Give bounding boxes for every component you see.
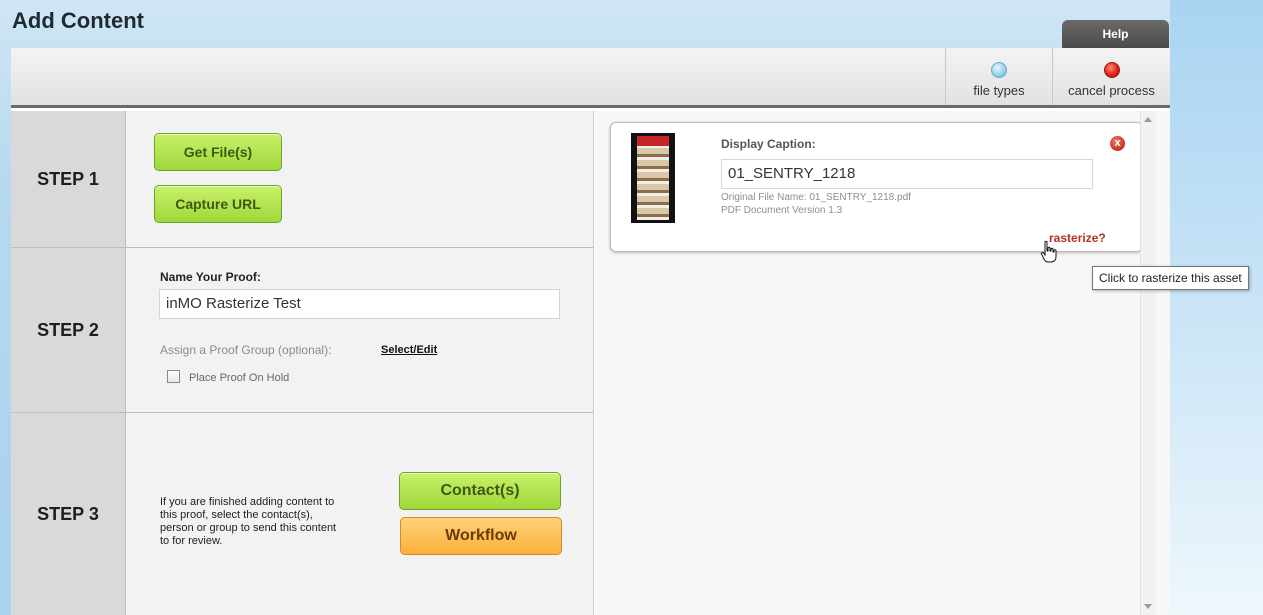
close-icon[interactable]: x [1110,136,1125,151]
asset-card: Display Caption: 01_SENTRY_1218 Original… [610,122,1143,252]
red-dot-icon [1103,62,1120,78]
asset-thumbnail[interactable] [631,133,675,223]
page-title: Add Content [12,8,144,33]
proof-group-label: Assign a Proof Group (optional): [160,343,332,357]
step-2: STEP 2 Name Your Proof: inMO Rasterize T… [11,248,594,413]
get-files-button[interactable]: Get File(s) [154,133,282,171]
rasterize-tooltip: Click to rasterize this asset [1092,266,1249,290]
workflow-button[interactable]: Workflow [400,517,562,555]
step-3-label: STEP 3 [11,413,126,615]
step-2-label: STEP 2 [11,248,126,412]
instructions-line: to for review. [160,535,223,547]
cancel-process-button[interactable]: cancel process [1052,48,1170,105]
step-2-body: Name Your Proof: inMO Rasterize Test Ass… [127,248,594,412]
scroll-up-icon[interactable] [1144,117,1152,122]
step-3-instructions: If you are finished adding content to th… [160,496,336,548]
file-types-button[interactable]: file types [945,48,1052,105]
select-edit-link[interactable]: Select/Edit [381,344,437,356]
step-1: STEP 1 Get File(s) Capture URL [11,111,594,248]
name-proof-label: Name Your Proof: [160,270,261,284]
main-frame: file types cancel process STEP 1 Get Fil… [11,48,1170,615]
cancel-process-label: cancel process [1068,83,1155,98]
step-3-body: If you are finished adding content to th… [127,413,594,615]
instructions-line: person or group to send this content [160,522,337,534]
thumbnail-image [637,136,669,220]
toolbar: file types cancel process [11,48,1170,108]
scrollbar[interactable] [1140,111,1156,615]
display-caption-input[interactable]: 01_SENTRY_1218 [721,159,1093,189]
step-3: STEP 3 If you are finished adding conten… [11,413,594,615]
instructions-line: If you are finished adding content to [160,496,335,508]
place-on-hold-checkbox[interactable] [167,370,180,383]
steps-panel: STEP 1 Get File(s) Capture URL STEP 2 Na… [11,111,594,615]
blue-dot-icon [991,62,1007,78]
hand-cursor-icon [1040,240,1057,263]
file-types-label: file types [973,83,1025,98]
help-button[interactable]: Help [1062,20,1169,48]
capture-url-button[interactable]: Capture URL [154,185,282,223]
place-on-hold-label: Place Proof On Hold [189,372,290,384]
display-caption-label: Display Caption: [721,137,816,151]
scroll-down-icon[interactable] [1144,604,1152,609]
instructions-line: this proof, select the contact(s), [160,509,313,521]
step-1-body: Get File(s) Capture URL [127,111,594,247]
contacts-button[interactable]: Contact(s) [399,472,561,510]
step-1-label: STEP 1 [11,111,126,247]
original-file-name: Original File Name: 01_SENTRY_1218.pdf [721,192,911,203]
document-version: PDF Document Version 1.3 [721,205,843,216]
proof-name-input[interactable]: inMO Rasterize Test [159,289,560,319]
background-gradient [1170,0,1263,615]
content-area: Display Caption: 01_SENTRY_1218 Original… [595,111,1170,615]
